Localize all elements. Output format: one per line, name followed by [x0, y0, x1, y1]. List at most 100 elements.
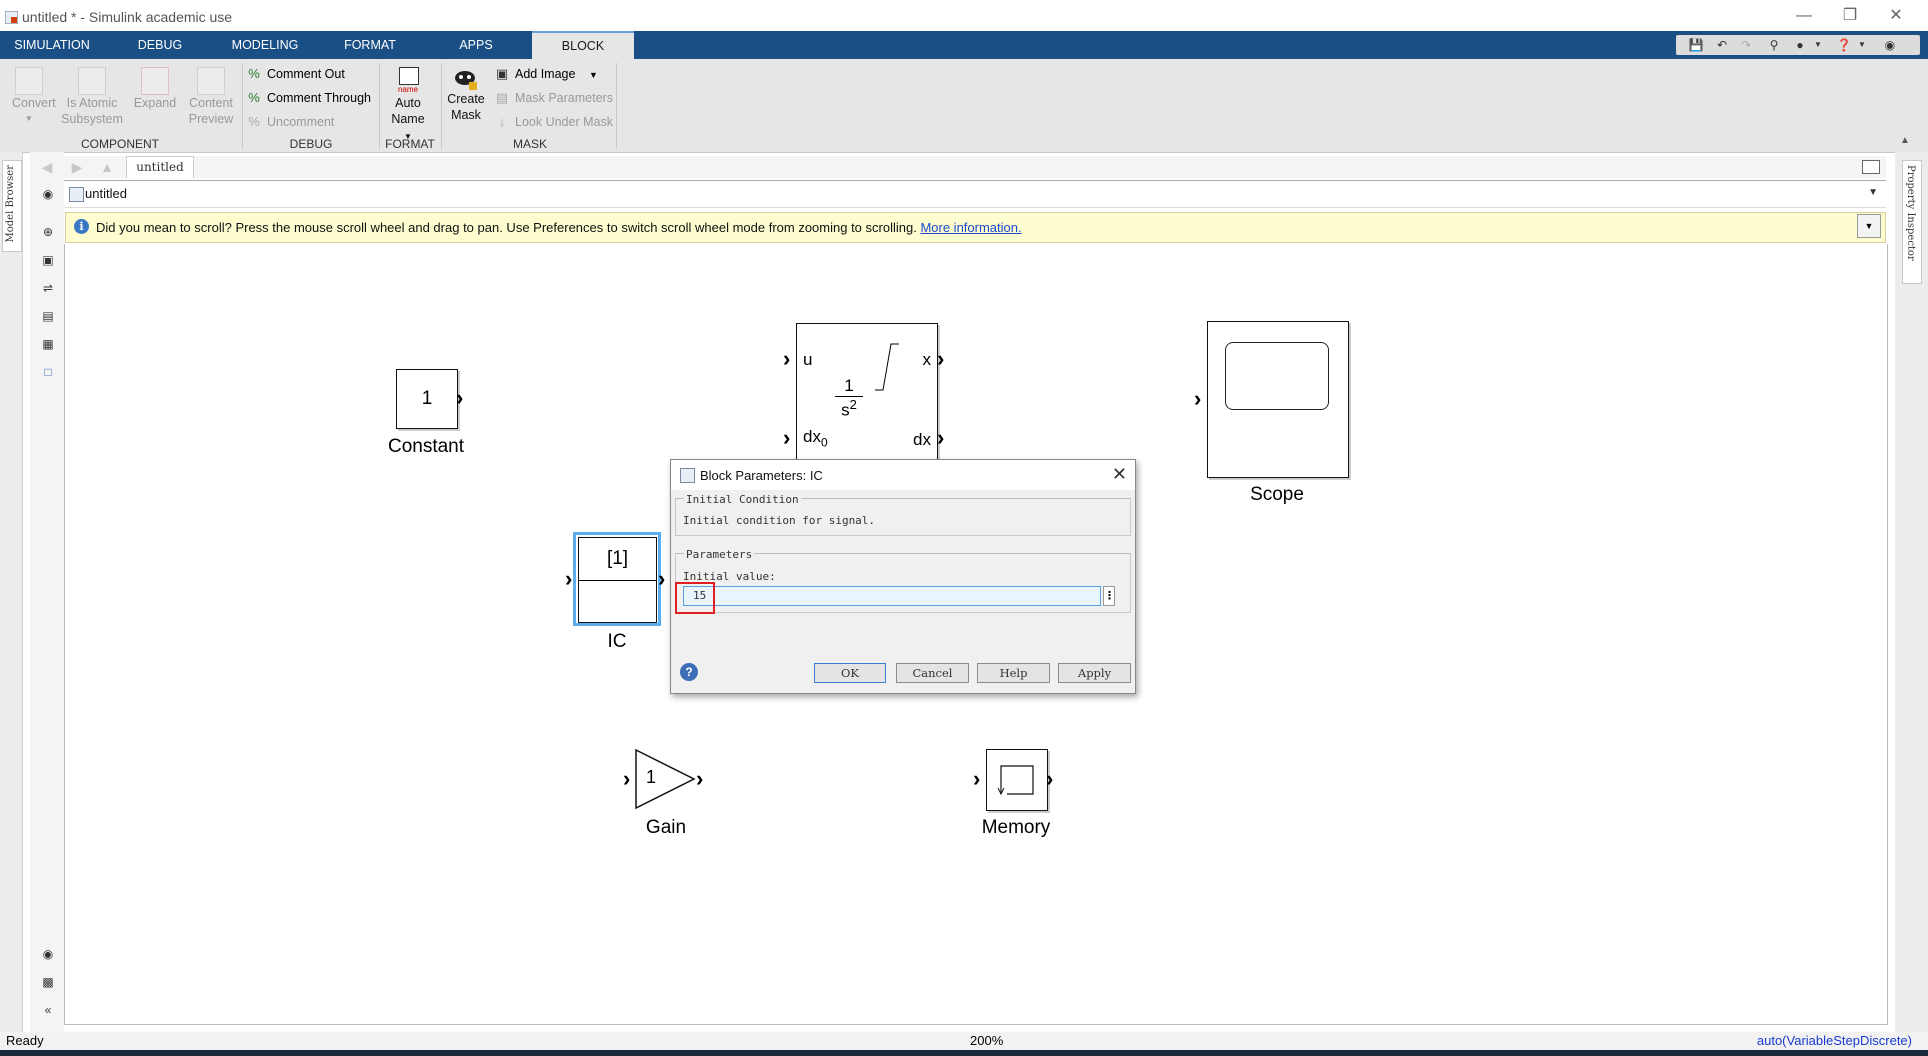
gain-block[interactable]: 1	[634, 748, 698, 810]
ic-label: IC	[607, 631, 627, 652]
chevron-down-icon[interactable]: ▼	[1810, 38, 1826, 52]
dialog-title-bar: Block Parameters: IC ✕	[671, 460, 1135, 490]
memory-block[interactable]	[986, 749, 1048, 811]
is-atomic-subsystem-button[interactable]: Is Atomic Subsystem	[60, 67, 124, 127]
collapse-ribbon-icon[interactable]: ▲	[1900, 135, 1910, 146]
back-icon[interactable]: ◀	[38, 159, 56, 175]
uncomment-button[interactable]: % Uncomment	[246, 113, 334, 131]
redo-icon[interactable]: ↷	[1738, 38, 1754, 52]
input-port-icon: ›	[565, 566, 573, 591]
minimize-button[interactable]: —	[1784, 3, 1824, 29]
auto-name-button[interactable]: name Auto Name ▼	[388, 67, 428, 145]
model-browser-tab[interactable]: Model Browser	[2, 160, 22, 252]
more-information-link[interactable]: More information.	[920, 220, 1021, 235]
gain-label: Gain	[645, 817, 687, 838]
up-icon[interactable]: ▲	[98, 159, 116, 175]
tab-block[interactable]: BLOCK	[532, 31, 634, 60]
second-order-integrator-block[interactable]: u x dx0 dx 1 s2	[796, 323, 938, 466]
debug-section-label: DEBUG	[289, 137, 333, 151]
community-icon[interactable]: ●	[1792, 38, 1808, 52]
mask-parameters-icon: ▤	[495, 90, 509, 105]
restore-button[interactable]: ❐	[1830, 3, 1870, 29]
scope-block[interactable]	[1207, 321, 1349, 478]
search-icon[interactable]: ⚲	[1766, 38, 1782, 52]
tab-apps[interactable]: APPS	[436, 31, 516, 59]
look-under-mask-icon: ↓	[498, 114, 506, 129]
toolstrip-tabs: SIMULATION DEBUG MODELING FORMAT APPS BL…	[0, 31, 1928, 60]
save-icon[interactable]: 💾	[1688, 38, 1704, 52]
close-window-button[interactable]: ✕	[1876, 3, 1916, 29]
transfer-function: 1 s2	[835, 376, 863, 421]
output-port-icon: ›	[1046, 766, 1054, 791]
output-port-icon: ›	[937, 425, 945, 450]
block-parameters-dialog: Block Parameters: IC ✕ Initial Condition…	[670, 459, 1136, 694]
ic-block[interactable]: [1]	[578, 537, 657, 623]
address-dropdown-icon[interactable]: ▼	[1868, 187, 1878, 198]
fit-to-view-icon[interactable]: ▣	[40, 252, 56, 268]
dialog-close-icon[interactable]: ✕	[1112, 464, 1127, 485]
look-under-mask-button[interactable]: ↓ Look Under Mask	[494, 113, 613, 131]
chevron-down-icon: ▼	[588, 70, 598, 80]
help-icon[interactable]: ?	[680, 663, 698, 681]
expand-icon	[141, 67, 169, 95]
help-button[interactable]: Help	[977, 663, 1050, 683]
content-preview-icon	[197, 67, 225, 95]
banner-dropdown-icon[interactable]: ▼	[1857, 214, 1881, 238]
screenshot-icon[interactable]: ◉	[40, 946, 56, 962]
cancel-button[interactable]: Cancel	[896, 663, 969, 683]
zoom-icon[interactable]: ⊕	[40, 224, 56, 240]
uncomment-icon: %	[248, 114, 260, 129]
property-inspector-tab[interactable]: Property Inspector	[1902, 160, 1922, 284]
initial-condition-group: Initial Condition Initial condition for …	[675, 493, 1131, 536]
area-icon[interactable]: □	[40, 364, 56, 380]
annotation-icon[interactable]: ▤	[40, 308, 56, 324]
constant-block[interactable]: 1	[396, 369, 458, 429]
content-preview-button[interactable]: Content Preview	[186, 67, 236, 127]
parameters-group: Parameters Initial value: 15 ⋮	[675, 548, 1131, 613]
chevron-down-icon: ▼	[25, 114, 33, 123]
comment-out-button[interactable]: % Comment Out	[246, 65, 345, 83]
zoom-level[interactable]: 200%	[970, 1033, 1003, 1048]
add-image-icon: ▣	[495, 66, 509, 81]
convert-button[interactable]: Convert ▼	[12, 67, 56, 127]
tab-debug[interactable]: DEBUG	[120, 31, 200, 59]
ribbon-separator	[242, 63, 243, 149]
more-options-icon[interactable]: ⋮	[1103, 586, 1115, 606]
help-icon[interactable]: ❓	[1836, 38, 1852, 52]
ok-button[interactable]: OK	[814, 663, 886, 683]
breadcrumb-tab[interactable]: untitled	[126, 156, 194, 178]
ribbon-separator	[379, 63, 380, 149]
add-image-button[interactable]: ▣ Add Image ▼	[494, 65, 598, 83]
input-port-icon: ›	[973, 766, 981, 791]
address-bar[interactable]: untitled ▼	[64, 180, 1886, 208]
ribbon: Convert ▼ Is Atomic Subsystem Expand Con…	[0, 59, 1928, 153]
mask-parameters-button[interactable]: ▤ Mask Parameters	[494, 89, 613, 107]
solver-link[interactable]: auto(VariableStepDiscrete)	[1757, 1033, 1912, 1048]
hide-explorer-icon[interactable]	[1862, 160, 1880, 174]
output-port-icon: ›	[456, 385, 464, 410]
atomic-subsystem-icon	[78, 67, 106, 95]
tab-format[interactable]: FORMAT	[330, 31, 410, 59]
tab-simulation[interactable]: SIMULATION	[0, 31, 104, 59]
simulink-app-icon	[4, 10, 19, 25]
title-bar: untitled * - Simulink academic use — ❐ ✕	[0, 0, 1928, 31]
create-mask-button[interactable]: Create Mask	[446, 67, 486, 123]
comment-through-icon: %	[248, 90, 260, 105]
initial-value-field[interactable]: 15	[683, 586, 1101, 606]
apply-button[interactable]: Apply	[1058, 663, 1131, 683]
collapse-left-icon[interactable]: «	[40, 1002, 56, 1018]
image-icon[interactable]: ▦	[40, 336, 56, 352]
hide-show-icon[interactable]: ◉	[40, 186, 56, 202]
arrow-direction-icon[interactable]: ⇌	[40, 280, 56, 296]
expand-button[interactable]: Expand	[132, 67, 178, 111]
help-dropdown-icon[interactable]: ▼	[1854, 38, 1870, 52]
forward-icon[interactable]: ▶	[68, 159, 86, 175]
model-data-icon[interactable]: ▩	[40, 974, 56, 990]
undo-icon[interactable]: ↶	[1714, 38, 1730, 52]
tab-modeling[interactable]: MODELING	[220, 31, 310, 59]
comment-through-button[interactable]: % Comment Through	[246, 89, 371, 107]
input-port-icon: ›	[1194, 386, 1202, 411]
output-port-icon: ›	[696, 766, 704, 791]
component-section-label: COMPONENT	[81, 137, 159, 151]
settings-icon[interactable]: ◉	[1882, 38, 1898, 52]
